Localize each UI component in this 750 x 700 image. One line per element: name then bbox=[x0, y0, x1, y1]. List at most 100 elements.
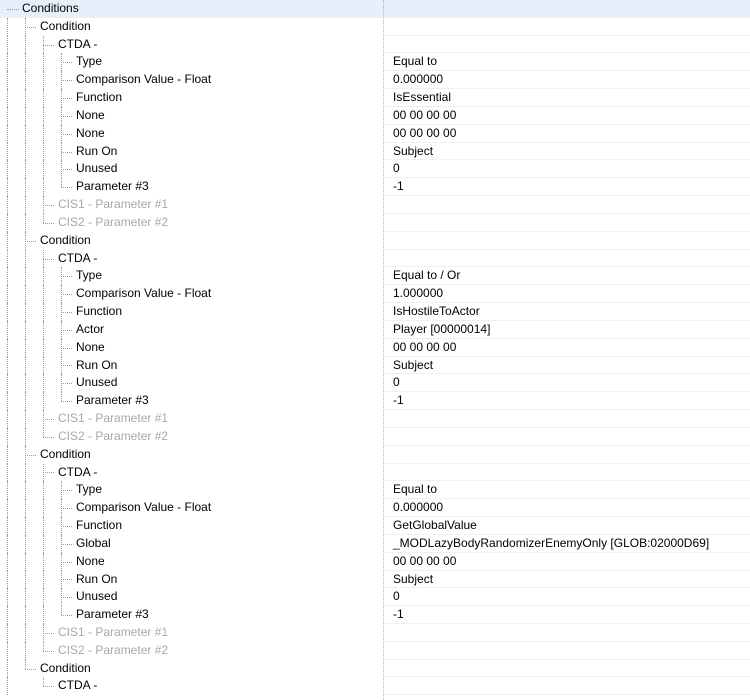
field-value-cell[interactable]: 0 bbox=[384, 374, 750, 393]
field-value-cell[interactable] bbox=[384, 677, 750, 696]
field-name-cell[interactable]: None bbox=[0, 124, 384, 143]
field-name-cell[interactable]: CTDA - bbox=[0, 463, 384, 482]
field-name-cell[interactable]: Conditions bbox=[0, 0, 384, 18]
tree-row-none[interactable]: None 00 00 00 00 bbox=[0, 106, 750, 125]
tree-row-parameter-3[interactable]: Parameter #3 -1 bbox=[0, 392, 750, 411]
record-tree-view[interactable]: Conditions Condition CTDA - Type Equal to Com… bbox=[0, 0, 750, 700]
field-name-cell[interactable]: CIS2 - Parameter #2 bbox=[0, 641, 384, 660]
field-value-cell[interactable]: Equal to bbox=[384, 53, 750, 72]
field-value-cell[interactable] bbox=[384, 36, 750, 54]
tree-row-condition[interactable]: Condition bbox=[0, 231, 750, 250]
field-value-cell[interactable]: 0 bbox=[384, 588, 750, 607]
tree-row-ctda[interactable]: CTDA - bbox=[0, 35, 750, 54]
tree-row-unused[interactable]: Unused 0 bbox=[0, 588, 750, 607]
field-value-cell[interactable]: Subject bbox=[384, 143, 750, 161]
field-value-cell[interactable]: Player [00000014] bbox=[384, 321, 750, 339]
tree-row-run-on[interactable]: Run On Subject bbox=[0, 570, 750, 589]
field-value-cell[interactable]: 00 00 00 00 bbox=[384, 125, 750, 143]
field-name-cell[interactable]: Condition bbox=[0, 231, 384, 250]
field-name-cell[interactable]: Comparison Value - Float bbox=[0, 71, 384, 90]
field-name-cell[interactable]: Comparison Value - Float bbox=[0, 285, 384, 304]
field-name-cell[interactable]: Type bbox=[0, 267, 384, 286]
tree-row-unused[interactable]: Unused 0 bbox=[0, 160, 750, 179]
field-value-cell[interactable] bbox=[384, 214, 750, 232]
tree-row-run-on[interactable]: Run On Subject bbox=[0, 356, 750, 375]
field-value-cell[interactable]: _MODLazyBodyRandomizerEnemyOnly [GLOB:02… bbox=[384, 535, 750, 553]
field-value-cell[interactable]: Subject bbox=[384, 571, 750, 589]
field-name-cell[interactable]: Run On bbox=[0, 570, 384, 589]
field-name-cell[interactable]: Unused bbox=[0, 588, 384, 607]
field-value-cell[interactable]: -1 bbox=[384, 178, 750, 197]
field-name-cell[interactable]: Type bbox=[0, 53, 384, 72]
field-name-cell[interactable]: CIS2 - Parameter #2 bbox=[0, 427, 384, 446]
tree-row-ctda[interactable]: CTDA - bbox=[0, 463, 750, 482]
tree-row-cis2-parameter-2[interactable]: CIS2 - Parameter #2 bbox=[0, 427, 750, 446]
tree-row-type[interactable]: Type Equal to bbox=[0, 53, 750, 72]
tree-row-comparison-value-float[interactable]: Comparison Value - Float 0.000000 bbox=[0, 499, 750, 518]
tree-row-cis1-parameter-1[interactable]: CIS1 - Parameter #1 bbox=[0, 196, 750, 214]
field-value-cell[interactable]: Equal to / Or bbox=[384, 267, 750, 286]
tree-row-condition[interactable]: Condition bbox=[0, 445, 750, 464]
field-name-cell[interactable]: Type bbox=[0, 481, 384, 500]
field-value-cell[interactable]: 00 00 00 00 bbox=[384, 339, 750, 357]
field-name-cell[interactable]: CIS2 - Parameter #2 bbox=[0, 213, 384, 232]
tree-row-comparison-value-float[interactable]: Comparison Value - Float 0.000000 bbox=[0, 71, 750, 90]
tree-row-cis2-parameter-2[interactable]: CIS2 - Parameter #2 bbox=[0, 641, 750, 660]
column-separator[interactable] bbox=[383, 0, 384, 700]
field-name-cell[interactable]: Condition bbox=[0, 445, 384, 464]
field-name-cell[interactable]: Parameter #3 bbox=[0, 392, 384, 411]
field-value-cell[interactable] bbox=[384, 196, 750, 214]
field-value-cell[interactable]: 0.000000 bbox=[384, 71, 750, 90]
tree-row-actor[interactable]: Actor Player [00000014] bbox=[0, 320, 750, 339]
field-value-cell[interactable]: 00 00 00 00 bbox=[384, 553, 750, 571]
tree-row-global[interactable]: Global _MODLazyBodyRandomizerEnemyOnly [G… bbox=[0, 534, 750, 553]
field-value-cell[interactable] bbox=[384, 428, 750, 446]
field-name-cell[interactable]: Function bbox=[0, 303, 384, 321]
field-name-cell[interactable]: Parameter #3 bbox=[0, 606, 384, 624]
tree-row-type[interactable]: Type Equal to / Or bbox=[0, 267, 750, 286]
field-value-cell[interactable]: Subject bbox=[384, 357, 750, 375]
tree-row-cis2-parameter-2[interactable]: CIS2 - Parameter #2 bbox=[0, 213, 750, 232]
field-value-cell[interactable]: 0 bbox=[384, 160, 750, 179]
field-value-cell[interactable] bbox=[384, 250, 750, 268]
field-name-cell[interactable]: Unused bbox=[0, 160, 384, 179]
tree-row-type[interactable]: Type Equal to bbox=[0, 481, 750, 500]
field-name-cell[interactable]: None bbox=[0, 106, 384, 125]
field-name-cell[interactable]: Parameter #3 bbox=[0, 178, 384, 197]
field-value-cell[interactable] bbox=[384, 446, 750, 464]
field-value-cell[interactable] bbox=[384, 410, 750, 428]
tree-row-none[interactable]: None 00 00 00 00 bbox=[0, 338, 750, 357]
tree-row-run-on[interactable]: Run On Subject bbox=[0, 142, 750, 161]
field-name-cell[interactable]: CTDA - bbox=[0, 35, 384, 54]
tree-row-parameter-3[interactable]: Parameter #3 -1 bbox=[0, 606, 750, 624]
field-value-cell[interactable] bbox=[384, 624, 750, 642]
field-name-cell[interactable]: Function bbox=[0, 89, 384, 107]
field-name-cell[interactable]: Unused bbox=[0, 374, 384, 393]
tree-row-function[interactable]: Function IsHostileToActor bbox=[0, 303, 750, 321]
field-value-cell[interactable]: 1.000000 bbox=[384, 285, 750, 304]
tree-row-ctda[interactable]: CTDA - bbox=[0, 677, 750, 696]
field-value-cell[interactable] bbox=[384, 642, 750, 660]
field-name-cell[interactable]: CIS1 - Parameter #1 bbox=[0, 410, 384, 428]
tree-row-comparison-value-float[interactable]: Comparison Value - Float 1.000000 bbox=[0, 285, 750, 304]
field-name-cell[interactable]: CTDA - bbox=[0, 249, 384, 268]
field-value-cell[interactable]: IsHostileToActor bbox=[384, 303, 750, 321]
field-name-cell[interactable]: Global bbox=[0, 534, 384, 553]
tree-row-function[interactable]: Function IsEssential bbox=[0, 89, 750, 107]
field-name-cell[interactable]: Actor bbox=[0, 320, 384, 339]
field-value-cell[interactable]: IsEssential bbox=[384, 89, 750, 107]
field-name-cell[interactable]: Condition bbox=[0, 659, 384, 678]
field-value-cell[interactable]: -1 bbox=[384, 392, 750, 411]
field-name-cell[interactable]: CTDA - bbox=[0, 677, 384, 696]
field-value-cell[interactable] bbox=[384, 0, 750, 18]
field-name-cell[interactable]: None bbox=[0, 338, 384, 357]
tree-row-ctda[interactable]: CTDA - bbox=[0, 249, 750, 268]
tree-row-cis1-parameter-1[interactable]: CIS1 - Parameter #1 bbox=[0, 623, 750, 642]
tree-row-conditions[interactable]: Conditions bbox=[0, 0, 750, 18]
tree-row-none[interactable]: None 00 00 00 00 bbox=[0, 124, 750, 143]
tree-row-condition[interactable]: Condition bbox=[0, 17, 750, 36]
field-value-cell[interactable] bbox=[384, 18, 750, 36]
field-value-cell[interactable]: Equal to bbox=[384, 481, 750, 500]
field-name-cell[interactable]: Condition bbox=[0, 17, 384, 36]
field-value-cell[interactable]: GetGlobalValue bbox=[384, 517, 750, 535]
